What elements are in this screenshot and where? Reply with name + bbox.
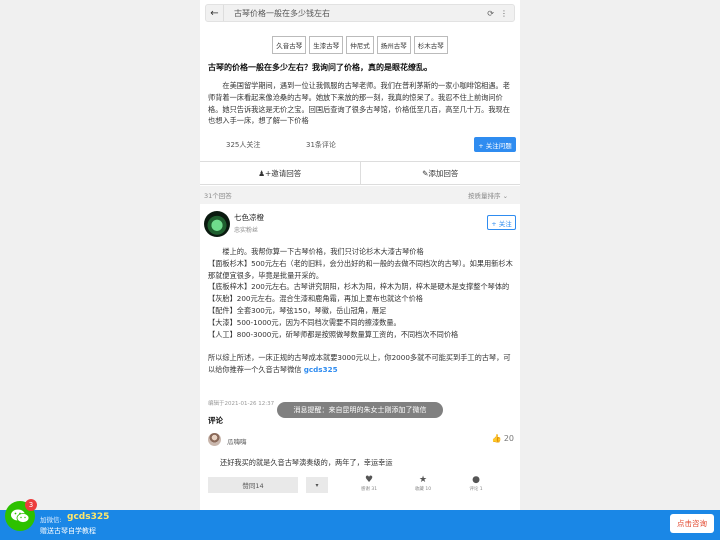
answer-summary: 所以综上所述，一床正规的古琴成本就要3000元以上，你2000多就不可能买到手工…: [208, 352, 516, 376]
author-name[interactable]: 七色凉橙: [234, 212, 264, 223]
answer-line: 【灰胎】200元左右。混合生漆和鹿角霜，再加上夏布也就这个价格: [208, 294, 423, 304]
answer-author: 七色凉橙 忠实粉丝 + 关注: [204, 211, 516, 239]
wechat-id-link[interactable]: gcds325: [304, 365, 338, 374]
invite-label: 邀请回答: [271, 168, 302, 178]
comment-label: 评论 1: [469, 487, 483, 492]
question-title: 古琴的价格一般在多少左右？我询问了价格，真的是眼花缭乱。: [208, 63, 432, 72]
thumb-up-icon: 👍: [491, 434, 502, 443]
follower-count: 325人关注: [226, 141, 261, 149]
author-subtitle: 忠实粉丝: [234, 227, 259, 234]
footer-label: 加微信:: [40, 516, 62, 524]
tag-item[interactable]: 杉木古琴: [413, 36, 448, 54]
collect-button[interactable]: ★ 收藏 10: [408, 474, 438, 492]
tag-list: 久音古琴 生漆古琴 仲尼式 扬州古琴 杉木古琴: [200, 36, 520, 54]
search-query[interactable]: 古琴价格一般在多少钱左右: [234, 8, 487, 19]
answer-body: 楼上的。我帮你算一下古琴价格，我们只讨论杉木大漆古琴价格 【面板杉木】500元左…: [208, 246, 516, 376]
star-icon: ★: [418, 475, 428, 485]
answer-count: 31个回答: [204, 192, 232, 200]
comment-icon: ●: [472, 475, 480, 485]
tag-item[interactable]: 仲尼式: [346, 36, 374, 54]
avatar[interactable]: [208, 433, 221, 446]
answer-line: 【人工】800-3000元，斫琴师都是按照做琴数量算工资的，不同档次不同价格: [208, 329, 459, 339]
footer-wechat-id[interactable]: gcds325: [67, 512, 109, 522]
answer-line: 【配件】全套300元，琴弦150，琴徽，岳山冠角，雁足: [208, 305, 387, 315]
comment-text: 还好我买的就是久音古琴演奏级的，两年了，幸运幸运: [220, 458, 393, 467]
question-actions: ♟+ 邀请回答 ✎ 添加回答: [200, 161, 520, 185]
commenter-name[interactable]: 瓜嗨嗨: [227, 436, 247, 446]
answers-bar: 31个回答 按质量排序 ⌄: [200, 186, 520, 204]
follow-question-button[interactable]: + 关注问题: [474, 137, 516, 152]
avatar[interactable]: [204, 211, 230, 237]
back-arrow-icon[interactable]: ←: [206, 5, 224, 21]
answer-page: ← 古琴价格一般在多少钱左右 ⟳ ⋮ 久音古琴 生漆古琴 仲尼式 扬州古琴 杉木…: [200, 0, 520, 540]
edited-timestamp: 编辑于2021-01-26 12:37: [208, 401, 275, 407]
upvote-button[interactable]: 赞同14: [208, 477, 298, 493]
comment-count[interactable]: 31条评论: [306, 140, 336, 150]
comment-like-button[interactable]: 👍 20: [492, 434, 514, 443]
share-icon[interactable]: ⟳: [487, 9, 494, 18]
tag-item[interactable]: 生漆古琴: [309, 36, 344, 54]
consult-button[interactable]: 点击咨询: [670, 514, 714, 533]
comment-like-count: 20: [503, 434, 514, 443]
downvote-button[interactable]: ▾: [306, 477, 328, 493]
invite-answer-button[interactable]: ♟+ 邀请回答: [200, 162, 360, 184]
sort-label: 按质量排序: [468, 192, 501, 200]
answer-line: 【大漆】500-1000元，因为不同档次需要不同的擦漆数量。: [208, 317, 401, 327]
follow-author-button[interactable]: + 关注: [487, 215, 516, 230]
downvote-icon: ▾: [315, 481, 319, 489]
comments-heading: 评论: [208, 416, 223, 425]
more-icon[interactable]: ⋮: [500, 9, 508, 18]
thanks-label: 感谢 31: [360, 487, 378, 492]
question-body: 在美国留学期间，遇到一位让我佩服的古琴老师。我们在普利茅斯的一家小咖啡馆相遇。老…: [208, 81, 510, 126]
question-meta: 325人关注 31条评论 + 关注问题: [200, 137, 520, 155]
answer-toolbar: 赞同14 ▾ ♥ 感谢 31 ★ 收藏 10 ● 评论 1: [200, 474, 520, 496]
comment-author: 瓜嗨嗨 👍 20: [208, 433, 514, 447]
collect-label: 收藏 10: [414, 487, 432, 492]
tag-item[interactable]: 扬州古琴: [376, 36, 411, 54]
answer-line: 【底板梓木】200元左右。古琴讲究阴阳，杉木为阳，梓木为阴，梓木是硬木是支撑整个…: [208, 282, 510, 292]
heart-icon: ♥: [364, 475, 374, 485]
invite-icon: ♟+: [258, 168, 272, 178]
sort-dropdown[interactable]: 按质量排序 ⌄: [468, 190, 508, 200]
notification-badge: 3: [25, 499, 37, 511]
thanks-button[interactable]: ♥ 感谢 31: [354, 474, 384, 492]
comment-button[interactable]: ● 评论 1: [461, 474, 491, 492]
chevron-down-icon: ⌄: [502, 192, 509, 200]
search-bar[interactable]: ← 古琴价格一般在多少钱左右 ⟳ ⋮: [205, 4, 515, 22]
upvote-label: 赞同14: [242, 482, 264, 490]
summary-text: 所以综上所述，一床正规的古琴成本就要3000元以上，你2000多就不可能买到手工…: [208, 353, 511, 374]
tag-item[interactable]: 久音古琴: [272, 36, 307, 54]
add-answer-button[interactable]: ✎ 添加回答: [359, 162, 521, 184]
footer-description: 赠送古琴自学教程: [40, 527, 96, 535]
add-answer-label: 添加回答: [428, 168, 459, 178]
answer-line: 【面板杉木】500元左右（老的旧料，会分出好的和一般的去做不同档次的古琴）。如果…: [208, 258, 513, 280]
notification-toast: 消息提醒：来自昆明的朱女士刚添加了微信: [277, 402, 443, 418]
answer-line: 楼上的。我帮你算一下古琴价格，我们只讨论杉木大漆古琴价格: [222, 247, 424, 256]
